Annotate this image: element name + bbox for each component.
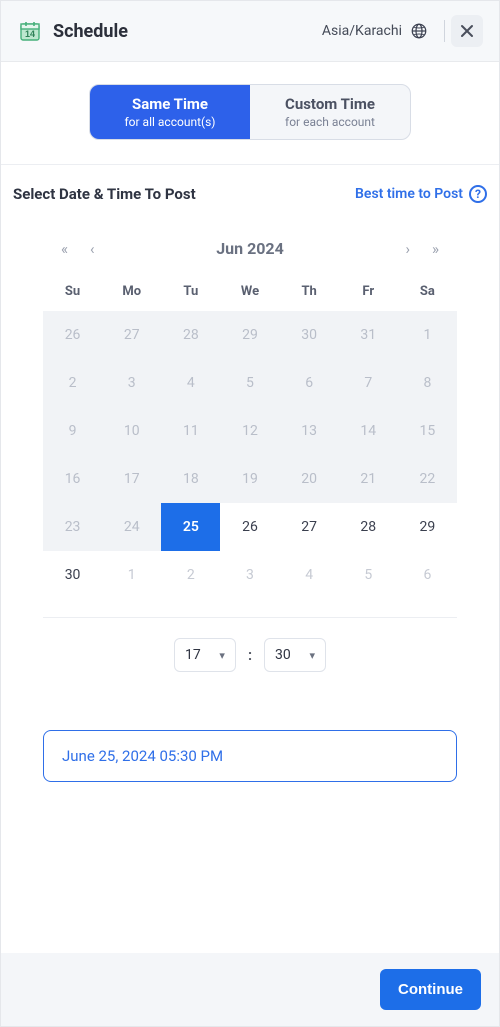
calendar-dow: Th (280, 272, 339, 311)
minute-select[interactable]: 30 ▾ (264, 638, 326, 672)
prev-month-button[interactable]: ‹ (82, 240, 103, 258)
calendar-day[interactable]: 26 (220, 503, 279, 551)
timezone-label[interactable]: Asia/Karachi (322, 23, 402, 39)
calendar-day: 9 (43, 407, 102, 455)
chevron-down-icon: ▾ (219, 649, 225, 662)
calendar-day: 18 (161, 455, 220, 503)
calendar-body: 2627282930311234567891011121314151617181… (43, 311, 457, 599)
calendar-day: 22 (398, 455, 457, 503)
calendar-day: 19 (220, 455, 279, 503)
calendar-day: 20 (280, 455, 339, 503)
calendar-day: 15 (398, 407, 457, 455)
calendar-day: 21 (339, 455, 398, 503)
calendar-day: 10 (102, 407, 161, 455)
calendar-day: 2 (43, 359, 102, 407)
continue-button[interactable]: Continue (380, 969, 481, 1010)
header-divider (444, 20, 445, 42)
calendar-dow-row: SuMoTuWeThFrSa (43, 272, 457, 311)
best-time-link[interactable]: Best time to Post ? (355, 185, 487, 203)
calendar-day: 6 (280, 359, 339, 407)
tab-custom-title: Custom Time (258, 95, 402, 113)
tab-custom-time[interactable]: Custom Time for each account (250, 85, 410, 139)
tab-custom-sub: for each account (258, 115, 402, 129)
tab-same-sub: for all account(s) (98, 115, 242, 129)
calendar-day: 28 (161, 311, 220, 359)
calendar-nav: « ‹ Jun 2024 › » (43, 239, 457, 258)
calendar-dow: Su (43, 272, 102, 311)
calendar: « ‹ Jun 2024 › » SuMoTuWeThFrSa 26272829… (1, 213, 499, 672)
calendar-month-label: Jun 2024 (216, 239, 284, 258)
hour-value: 17 (185, 647, 201, 663)
calendar-day: 11 (161, 407, 220, 455)
globe-icon[interactable] (410, 22, 428, 40)
tab-same-time[interactable]: Same Time for all account(s) (90, 85, 250, 139)
calendar-day: 27 (102, 311, 161, 359)
calendar-day: 13 (280, 407, 339, 455)
chevron-down-icon: ▾ (310, 649, 316, 662)
calendar-icon: 14 (17, 18, 43, 44)
schedule-header: 14 Schedule Asia/Karachi (1, 1, 499, 62)
best-time-label: Best time to Post (355, 186, 463, 202)
calendar-day[interactable]: 5 (339, 551, 398, 599)
time-colon: : (248, 646, 252, 664)
help-icon[interactable]: ? (469, 185, 487, 203)
hour-select[interactable]: 17 ▾ (174, 638, 236, 672)
footer: Continue (1, 953, 499, 1026)
calendar-day: 16 (43, 455, 102, 503)
calendar-day[interactable]: 3 (220, 551, 279, 599)
calendar-day: 4 (161, 359, 220, 407)
calendar-day[interactable]: 27 (280, 503, 339, 551)
calendar-day: 24 (102, 503, 161, 551)
calendar-day[interactable]: 25 (161, 503, 220, 551)
calendar-day[interactable]: 30 (43, 551, 102, 599)
section-title: Select Date & Time To Post (13, 185, 196, 203)
calendar-day: 7 (339, 359, 398, 407)
calendar-day: 1 (398, 311, 457, 359)
calendar-dow: Sa (398, 272, 457, 311)
calendar-day: 3 (102, 359, 161, 407)
calendar-day: 29 (220, 311, 279, 359)
calendar-dow: We (220, 272, 279, 311)
calendar-dow: Mo (102, 272, 161, 311)
minute-value: 30 (275, 647, 291, 663)
calendar-day[interactable]: 28 (339, 503, 398, 551)
calendar-dow: Tu (161, 272, 220, 311)
calendar-day[interactable]: 1 (102, 551, 161, 599)
calendar-day: 12 (220, 407, 279, 455)
calendar-day[interactable]: 4 (280, 551, 339, 599)
time-picker: 17 ▾ : 30 ▾ (43, 618, 457, 672)
header-title: Schedule (53, 21, 128, 42)
calendar-day: 8 (398, 359, 457, 407)
close-icon (460, 24, 474, 38)
calendar-day: 17 (102, 455, 161, 503)
select-datetime-row: Select Date & Time To Post Best time to … (1, 165, 499, 213)
calendar-day[interactable]: 29 (398, 503, 457, 551)
schedule-mode-tabs: Same Time for all account(s) Custom Time… (1, 62, 499, 164)
calendar-day: 5 (220, 359, 279, 407)
calendar-day[interactable]: 2 (161, 551, 220, 599)
calendar-day: 26 (43, 311, 102, 359)
next-year-button[interactable]: » (424, 240, 447, 258)
selected-datetime-summary: June 25, 2024 05:30 PM (43, 730, 457, 782)
svg-text:14: 14 (25, 29, 35, 39)
calendar-day: 31 (339, 311, 398, 359)
calendar-day: 14 (339, 407, 398, 455)
calendar-dow: Fr (339, 272, 398, 311)
tab-same-title: Same Time (98, 95, 242, 113)
calendar-day: 30 (280, 311, 339, 359)
calendar-day[interactable]: 6 (398, 551, 457, 599)
next-month-button[interactable]: › (397, 240, 418, 258)
prev-year-button[interactable]: « (53, 240, 76, 258)
calendar-day: 23 (43, 503, 102, 551)
close-button[interactable] (451, 15, 483, 47)
